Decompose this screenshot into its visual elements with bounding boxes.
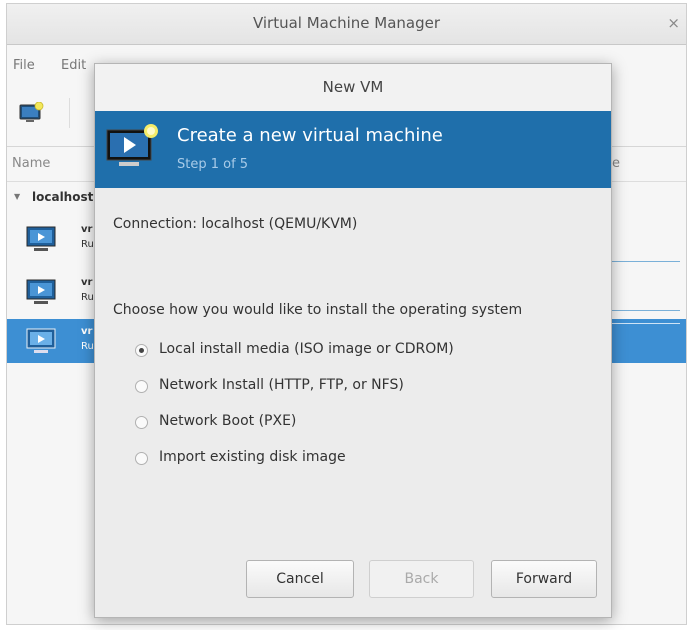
vm-name: vr: [81, 326, 93, 337]
column-cpu[interactable]: e: [612, 156, 620, 171]
main-titlebar: Virtual Machine Manager ×: [7, 4, 686, 45]
vm-status: Ru: [81, 341, 94, 352]
radio-button[interactable]: [135, 416, 148, 429]
connection-group-label: localhost: [32, 190, 94, 204]
cpu-graph: [600, 261, 680, 262]
cancel-button[interactable]: Cancel: [246, 560, 354, 598]
expander-icon[interactable]: ▼: [14, 192, 20, 201]
radio-label: Network Install (HTTP, FTP, or NFS): [159, 377, 404, 393]
radio-button[interactable]: [135, 452, 148, 465]
cpu-graph: [600, 323, 680, 324]
monitor-play-icon: [26, 279, 56, 311]
column-name[interactable]: Name: [12, 156, 50, 171]
vm-status: Ru: [81, 239, 94, 250]
forward-button[interactable]: Forward: [491, 560, 597, 598]
banner-title: Create a new virtual machine: [177, 125, 443, 146]
new-vm-icon: [105, 122, 161, 176]
wizard-banner: Create a new virtual machine Step 1 of 5: [95, 111, 611, 188]
cpu-graph: [600, 310, 680, 311]
radio-label: Import existing disk image: [159, 449, 346, 465]
vm-name: vr: [81, 277, 93, 288]
dialog-title: New VM: [95, 64, 611, 111]
radio-button[interactable]: [135, 380, 148, 393]
back-button[interactable]: Back: [369, 560, 474, 598]
monitor-play-icon: [26, 226, 56, 258]
radio-label: Network Boot (PXE): [159, 413, 297, 429]
install-method-prompt: Choose how you would like to install the…: [113, 302, 523, 318]
menu-edit[interactable]: Edit: [61, 58, 86, 73]
vm-status: Ru: [81, 292, 94, 303]
vm-name: vr: [81, 224, 93, 235]
new-vm-icon[interactable]: [19, 101, 45, 124]
radio-label: Local install media (ISO image or CDROM): [159, 341, 454, 357]
close-icon[interactable]: ×: [667, 14, 680, 32]
new-vm-dialog: New VM Create a new virtual machine Step…: [94, 63, 612, 618]
toolbar-separator: [69, 98, 70, 128]
step-indicator: Step 1 of 5: [177, 157, 249, 172]
connection-label: Connection: localhost (QEMU/KVM): [113, 216, 358, 232]
menu-file[interactable]: File: [13, 58, 35, 73]
radio-button-checked[interactable]: [135, 344, 148, 357]
monitor-play-icon: [26, 328, 56, 360]
main-window-title: Virtual Machine Manager: [252, 14, 441, 32]
